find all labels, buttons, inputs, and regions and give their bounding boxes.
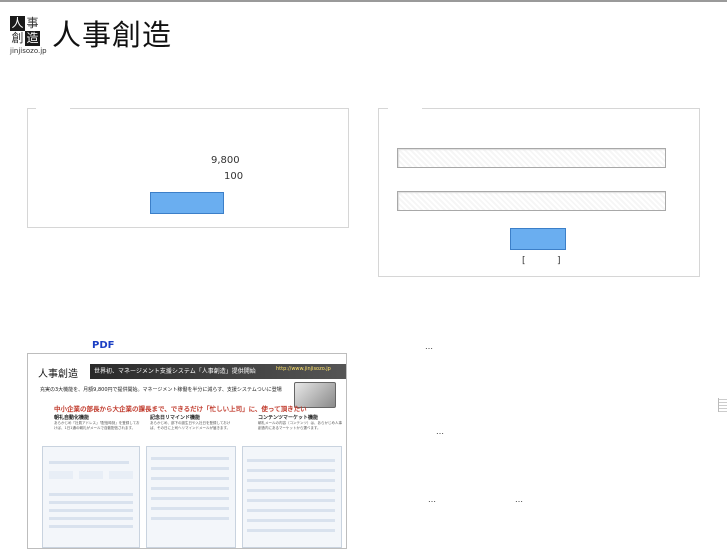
- screenshot-row: [151, 517, 229, 520]
- screenshot-row: [49, 509, 133, 512]
- screenshot-row: [49, 461, 129, 464]
- feature-body: あらかじめ「社員アドレス」「配信時刻」を登録しておけば、1日1通の朝礼がメールで…: [54, 421, 140, 430]
- flyer-headline: 中小企業の部長から大企業の課長まで、できるだけ「忙しい上司」に、使って頂きたい: [54, 405, 307, 413]
- feature-body: あらかじめ、部下の誕生日や入社日を登録しておけば、その日に上司へリマインドメール…: [150, 421, 231, 430]
- screenshot-row: [247, 459, 335, 462]
- screenshot-row: [247, 469, 335, 472]
- screenshot-row: [247, 529, 335, 532]
- feature-title: 朝礼自動化機能: [54, 415, 90, 421]
- screenshot-row: [151, 507, 229, 510]
- logo-mark-char: 事: [26, 16, 39, 30]
- screenshot-row: [247, 509, 335, 512]
- ellipsis-text: …: [515, 495, 523, 504]
- flyer-screenshot: [42, 446, 140, 548]
- screenshot-row: [79, 471, 103, 479]
- screenshot-row: [151, 497, 229, 500]
- flyer-thumbnail[interactable]: 人事創造 世界初、マネージメント支援システム「人事創造」提供開始 http://…: [27, 353, 347, 549]
- login-button[interactable]: [510, 228, 566, 250]
- flyer-subtitle: 充実の3大機能を、月額9,800円で提供開始。マネージメント稼働を半分に減らす、…: [40, 387, 282, 393]
- logo-mark-char: 創: [11, 31, 24, 45]
- screenshot-row: [49, 525, 133, 528]
- price-value: 9,800: [211, 155, 240, 166]
- ellipsis-text: …: [428, 495, 436, 504]
- screenshot-row: [247, 499, 335, 502]
- ellipsis-text: …: [436, 427, 444, 436]
- feature-title: コンテンツマーケット機能: [258, 415, 319, 421]
- site-logo-mark[interactable]: 人 事 創 造: [10, 16, 40, 46]
- screenshot-row: [151, 457, 229, 460]
- flyer-screenshot: [146, 446, 236, 548]
- flyer-band-text: 世界初、マネージメント支援システム「人事創造」提供開始: [94, 368, 256, 375]
- flyer-url: http://www.jinjisozo.jp: [276, 366, 331, 372]
- scrollbar-grip[interactable]: [718, 398, 727, 412]
- screenshot-row: [49, 493, 133, 496]
- quantity-value: 100: [224, 171, 244, 182]
- screenshot-row: [49, 471, 73, 479]
- panel-tab-gap: [36, 108, 70, 109]
- screenshot-row: [109, 471, 133, 479]
- site-title[interactable]: 人事創造: [52, 12, 172, 54]
- screenshot-row: [49, 517, 133, 520]
- apply-button[interactable]: [150, 192, 224, 214]
- flyer-logo: 人事創造: [38, 369, 78, 380]
- screenshot-row: [151, 487, 229, 490]
- logo-mark-char: 造: [25, 31, 40, 46]
- screenshot-row: [247, 519, 335, 522]
- feature-body: 朝礼メールの内容（コンテンツ）は、あらかじめ人事創造内にあるマーケットから選べま…: [258, 421, 342, 430]
- ellipsis-text: …: [425, 342, 433, 351]
- flyer-screenshot: [242, 446, 342, 548]
- screenshot-row: [49, 501, 133, 504]
- screenshot-row: [151, 477, 229, 480]
- screenshot-row: [151, 467, 229, 470]
- screenshot-row: [247, 489, 335, 492]
- logo-mark-char: 人: [10, 16, 25, 31]
- feature-title: 記念日リマインド機能: [150, 415, 201, 421]
- logo-domain: jinjisozo.jp: [10, 47, 47, 55]
- login-id-input[interactable]: [397, 148, 666, 168]
- password-input[interactable]: [397, 191, 666, 211]
- bracket-link[interactable]: [ ]: [522, 256, 561, 266]
- panel-tab-gap: [388, 108, 422, 109]
- pdf-link[interactable]: PDF: [92, 340, 114, 351]
- screenshot-row: [247, 479, 335, 482]
